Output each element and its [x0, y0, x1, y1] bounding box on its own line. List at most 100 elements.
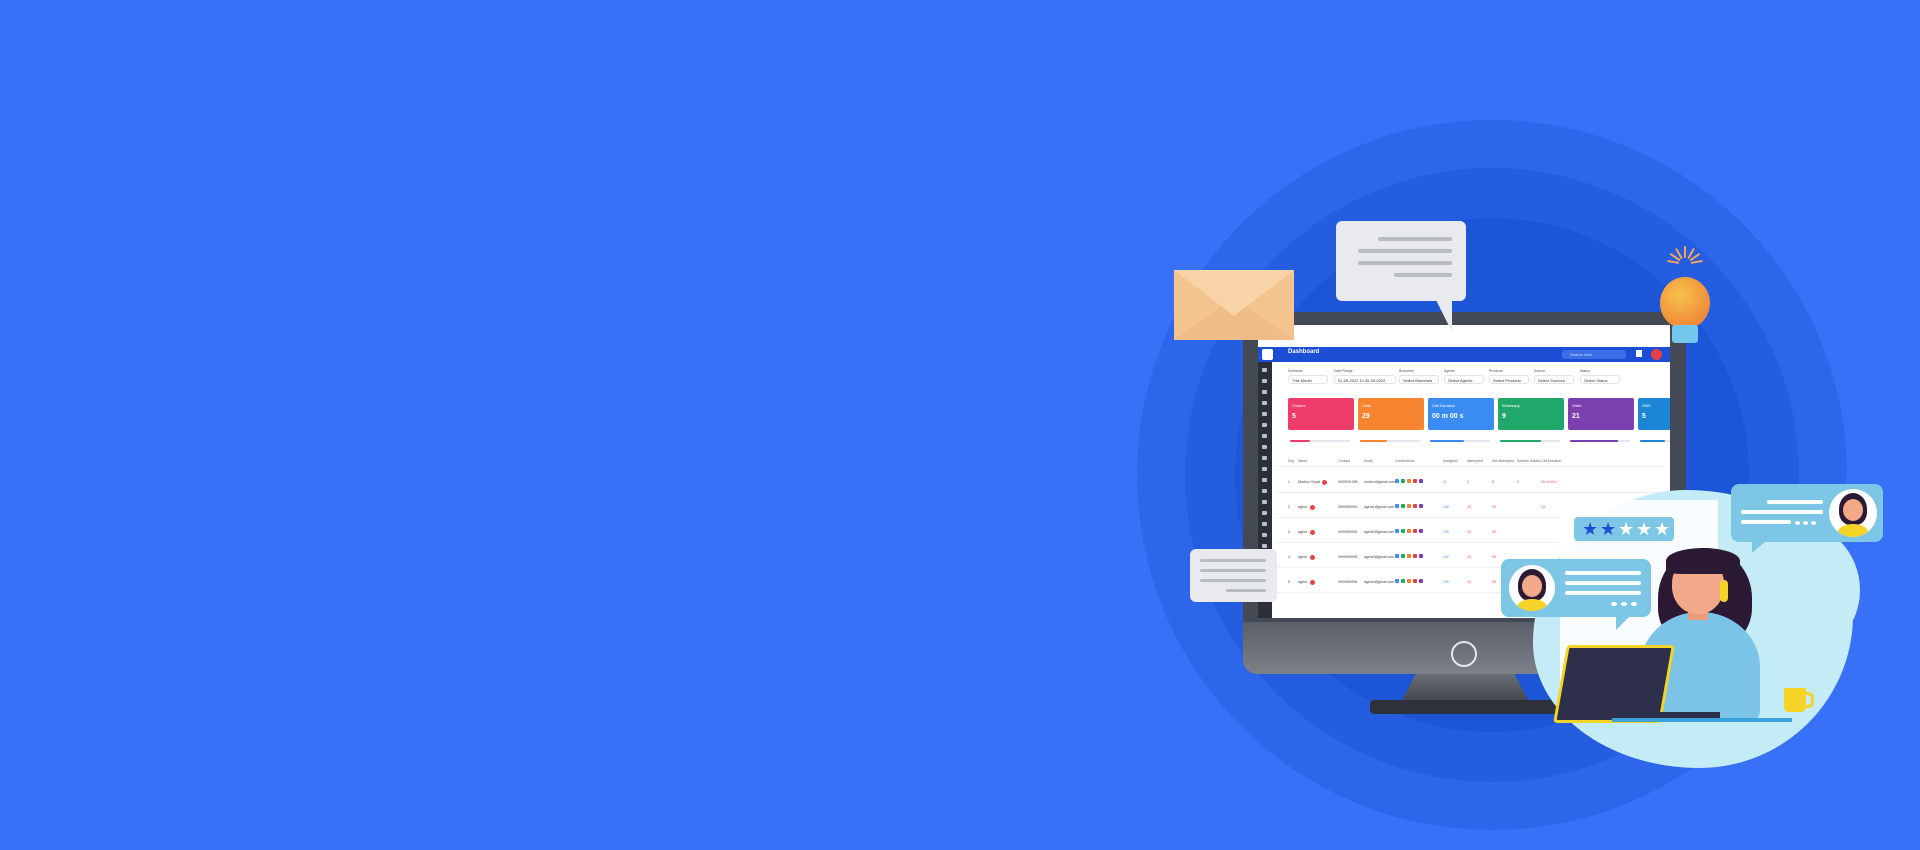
stat-card-value: 5 [1292, 413, 1296, 420]
filter-label: Source [1534, 369, 1546, 373]
table-cell: 00 m 00 s [1541, 480, 1557, 484]
table-header: Name [1298, 459, 1308, 463]
stat-card: Call Duration 00 m 00 s [1428, 398, 1494, 430]
table-cell: agent [1298, 580, 1307, 584]
star-icon: ★ [1582, 519, 1599, 539]
star-icon: ★ [1600, 519, 1617, 539]
filter-select: 01-09-2022 To 30-09-2022 [1334, 375, 1396, 384]
chat-bubble-icon [1336, 221, 1466, 301]
sidebar-icon [1262, 478, 1267, 482]
progress-fill [1570, 440, 1618, 442]
desk [1612, 718, 1792, 722]
star-icon: ★ [1636, 519, 1653, 539]
filter-label: Date Range [1334, 369, 1353, 373]
connection-icon [1413, 504, 1417, 508]
table-cell: agent2@gmail.com [1364, 530, 1395, 534]
power-button-icon [1451, 641, 1477, 667]
notification-badge [1322, 479, 1327, 485]
rating-bubble: ★ ★ ★ ★ ★ [1574, 517, 1674, 541]
stat-card-label: Calls [1362, 403, 1371, 408]
chat-bubble-icon [1731, 484, 1883, 542]
filter-label: Schedule [1288, 369, 1303, 373]
table-header: Call Duration [1541, 459, 1562, 463]
filter-group: Schedule This Month [1288, 369, 1328, 384]
filter-group: Status Select Status [1580, 369, 1620, 384]
sidebar-icon [1262, 500, 1267, 504]
table-cell: 100 [1443, 505, 1449, 509]
table-cell: 10 [1467, 530, 1471, 534]
stat-card-label: SMS [1642, 403, 1651, 408]
filter-select: Select Products [1489, 375, 1529, 384]
sidebar-icon [1262, 467, 1267, 471]
connection-icon [1413, 529, 1417, 533]
chat-bubble-icon [1501, 559, 1651, 617]
dashboard-title: Dashboard [1288, 349, 1320, 355]
stat-card-label: Call Duration [1432, 403, 1456, 408]
stat-card-value: 29 [1362, 413, 1370, 420]
table-header: Contact [1338, 459, 1351, 463]
table-cell: Madhur Goyal [1298, 480, 1320, 484]
agent-hair-top [1666, 548, 1740, 574]
notification-badge [1310, 504, 1315, 510]
table-cell: 5 [1288, 580, 1290, 584]
sidebar-icon [1262, 533, 1267, 537]
table-header: Not Attempted [1492, 459, 1515, 463]
table-header: Connections [1395, 459, 1415, 463]
lightbulb-icon [1660, 277, 1710, 329]
connection-icon [1395, 579, 1399, 583]
sidebar-icon [1262, 390, 1267, 394]
hero-banner: Dashboard Search Here Schedule This Month… [0, 0, 1920, 850]
connection-icon [1419, 504, 1423, 508]
table-divider [1276, 466, 1662, 467]
table-cell: 4 [1288, 555, 1290, 559]
table-cell: 3 [1288, 530, 1290, 534]
connection-icon [1395, 479, 1399, 483]
filter-group: Date Range 01-09-2022 To 30-09-2022 [1334, 369, 1396, 384]
chat-bubble-icon [1190, 549, 1277, 602]
search-input: Search Here [1562, 350, 1626, 359]
table-header: Attempted [1467, 459, 1483, 463]
headset-icon [1720, 580, 1728, 602]
connection-icon [1407, 529, 1411, 533]
sidebar-icon [1262, 511, 1267, 515]
table-cell: 8 [1492, 480, 1494, 484]
filter-label: Status [1580, 369, 1590, 373]
app-logo-icon [1262, 349, 1273, 360]
table-header: Email [1364, 459, 1373, 463]
notification-badge [1310, 529, 1315, 535]
progress-fill [1290, 440, 1310, 442]
connection-icon [1395, 554, 1399, 558]
filter-select: Select Branches [1399, 375, 1439, 384]
connection-icon [1407, 579, 1411, 583]
table-cell: agent3@gmail.com [1364, 555, 1395, 559]
table-cell: agent1@gmail.com [1364, 505, 1395, 509]
connection-icon [1401, 529, 1405, 533]
table-cell: 2 [1288, 505, 1290, 509]
flag-icon [1636, 350, 1642, 357]
connection-icon [1395, 504, 1399, 508]
dashboard-topbar: Dashboard Search Here [1258, 347, 1670, 362]
sidebar-icon [1262, 412, 1267, 416]
light-ray [1684, 246, 1686, 258]
table-cell: 90 [1492, 555, 1496, 559]
table-cell: agent [1298, 505, 1307, 509]
table-row [1276, 492, 1662, 493]
filter-label: Agents [1444, 369, 1455, 373]
connection-icon [1401, 554, 1405, 558]
table-cell: 10 [1467, 505, 1471, 509]
notification-badge [1310, 554, 1315, 560]
notification-badge [1310, 579, 1315, 585]
progress-fill [1430, 440, 1464, 442]
table-cell: 9999999992 [1338, 530, 1358, 534]
stat-card: Whatsapp 9 [1498, 398, 1564, 430]
table-cell: 0 [1517, 480, 1519, 484]
stat-card: Closure 5 [1288, 398, 1354, 430]
connection-icon [1419, 479, 1423, 483]
sidebar-icon [1262, 522, 1267, 526]
sidebar-icon [1262, 379, 1267, 383]
table-cell: 100 [1443, 555, 1449, 559]
connection-icon [1419, 529, 1423, 533]
table-cell: 13 [1541, 505, 1545, 509]
table-header: Seq [1288, 459, 1295, 463]
table-cell: 90 [1492, 505, 1496, 509]
